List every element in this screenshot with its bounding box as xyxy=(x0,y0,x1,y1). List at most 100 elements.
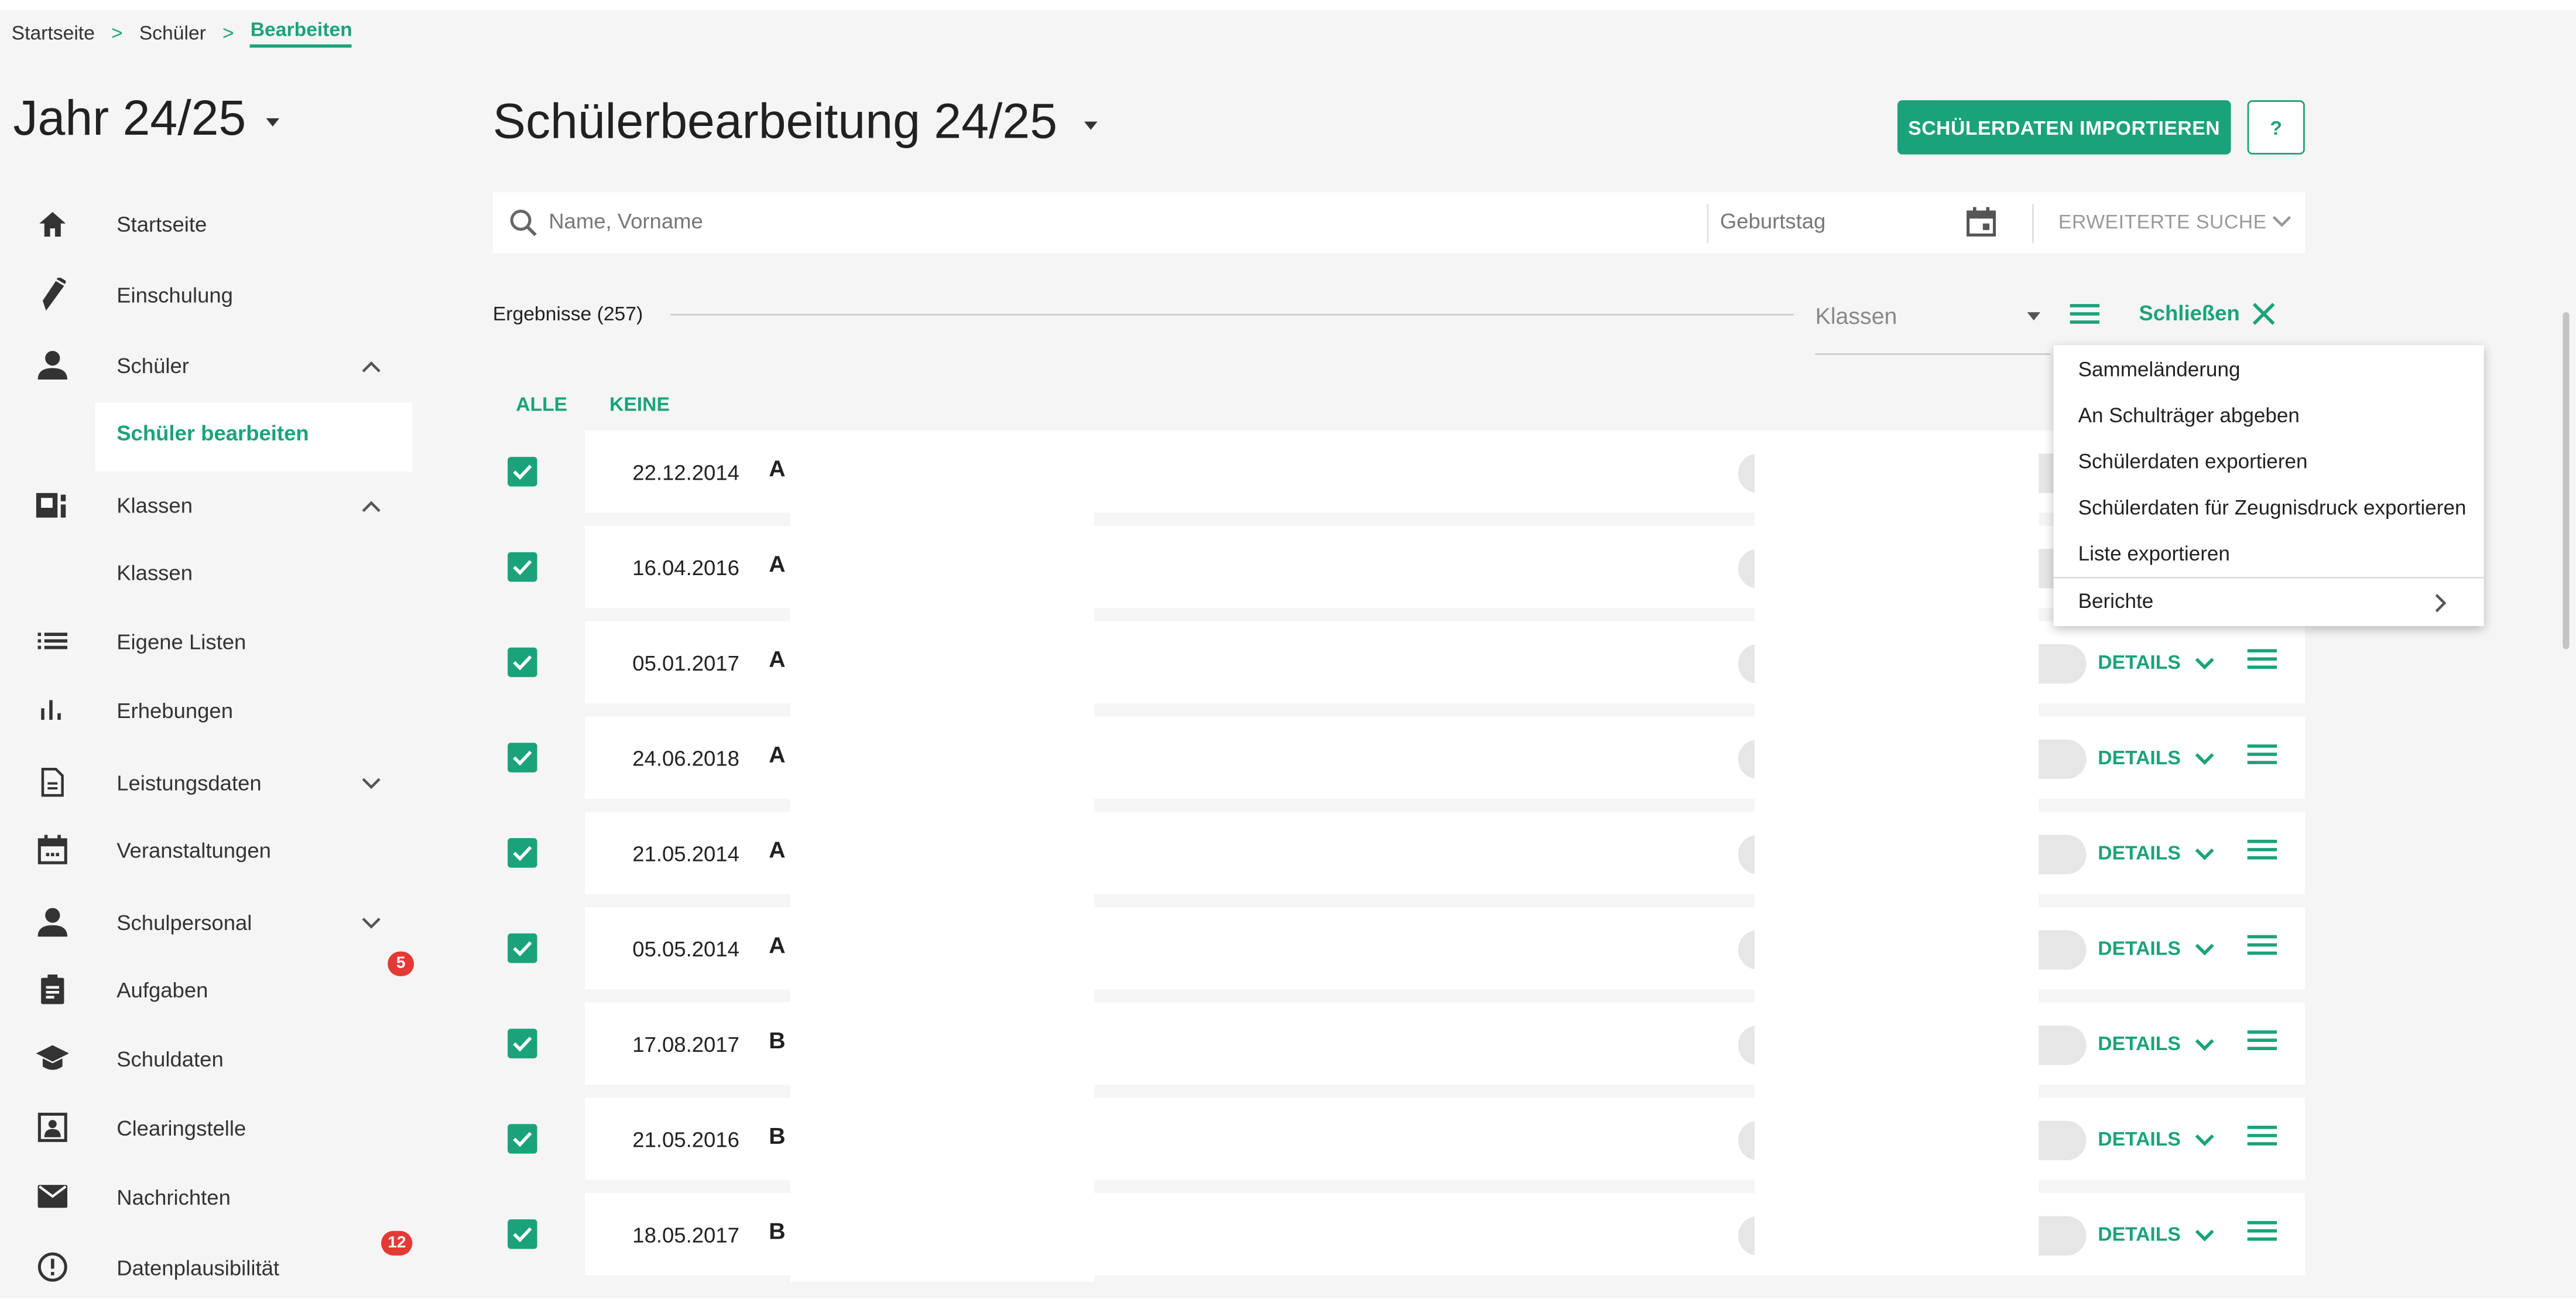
row-checkbox[interactable] xyxy=(508,647,537,678)
close-icon[interactable] xyxy=(2252,302,2275,333)
details-button[interactable]: DETAILS xyxy=(2098,936,2181,959)
chevron-down-icon[interactable] xyxy=(2195,1030,2215,1060)
row-checkbox[interactable] xyxy=(508,552,537,582)
row-name: A xyxy=(769,836,786,863)
chevron-down-icon[interactable] xyxy=(2195,1221,2215,1251)
birthday-field[interactable]: Geburtstag xyxy=(1720,208,1826,233)
sidebar-item-clearingstelle[interactable]: Clearingstelle xyxy=(0,1095,427,1160)
year-selector[interactable]: Jahr 24/25 xyxy=(13,92,279,148)
checkmark-icon xyxy=(513,941,532,956)
row-toggle[interactable] xyxy=(2037,739,2087,780)
sidebar-item-datenplausibilitaet[interactable]: Datenplausibilität xyxy=(0,1234,427,1298)
sidebar-item-einschulung[interactable]: Einschulung xyxy=(0,261,427,327)
row-checkbox[interactable] xyxy=(508,457,537,487)
menu-item-reports[interactable]: Berichte xyxy=(2078,590,2154,613)
row-menu-icon[interactable] xyxy=(2247,1219,2277,1250)
details-button[interactable]: DETAILS xyxy=(2098,746,2181,769)
row-toggle[interactable] xyxy=(2037,1120,2087,1161)
sidebar-item-label: Datenplausibilität xyxy=(117,1254,280,1280)
row-checkbox[interactable] xyxy=(508,1219,537,1249)
row-menu-icon[interactable] xyxy=(2247,934,2277,965)
scrollbar[interactable] xyxy=(2563,312,2570,650)
sidebar-item-schueler-bearbeiten[interactable]: Schüler bearbeiten xyxy=(0,399,427,465)
caret-down-icon xyxy=(1083,121,1097,129)
search-bar: Name, Vorname Geburtstag ERWEITERTE SUCH… xyxy=(492,192,2305,254)
row-checkbox[interactable] xyxy=(508,1028,537,1059)
menu-item-schultraeger-abgeben[interactable]: An Schulträger abgeben xyxy=(2078,404,2300,427)
row-birthdate: 21.05.2014 xyxy=(632,841,739,866)
top-strip xyxy=(0,0,2576,10)
row-name: B xyxy=(769,1122,786,1149)
row-checkbox[interactable] xyxy=(508,743,537,772)
help-button[interactable]: ? xyxy=(2247,100,2305,155)
chevron-down-icon[interactable] xyxy=(2195,744,2215,774)
row-menu-icon[interactable] xyxy=(2247,648,2277,679)
extended-search-toggle[interactable]: ERWEITERTE SUCHE xyxy=(2058,210,2292,233)
row-toggle[interactable] xyxy=(2037,930,2087,970)
sidebar-item-label: Veranstaltungen xyxy=(117,837,271,862)
row-menu-icon[interactable] xyxy=(2247,743,2277,774)
search-input[interactable]: Name, Vorname xyxy=(549,208,703,233)
page-title[interactable]: Schülerbearbeitung 24/25 xyxy=(493,95,1097,151)
close-menu-button[interactable]: Schließen xyxy=(2139,300,2239,325)
person-icon xyxy=(36,348,69,381)
row-toggle[interactable] xyxy=(2037,835,2087,874)
menu-item-export-report-card[interactable]: Schülerdaten für Zeugnisdruck exportiere… xyxy=(2078,496,2467,519)
list-icon xyxy=(36,624,69,657)
extended-search-label: ERWEITERTE SUCHE xyxy=(2058,210,2267,234)
sidebar-item-schuldaten[interactable]: Schuldaten xyxy=(0,1025,427,1091)
sidebar-item-eigene-listen[interactable]: Eigene Listen xyxy=(0,608,427,674)
row-toggle[interactable] xyxy=(2037,644,2087,684)
menu-item-export-student-data[interactable]: Schülerdaten exportieren xyxy=(2078,450,2308,473)
sidebar-item-aufgaben[interactable]: Aufgaben xyxy=(0,956,427,1022)
calendar-icon[interactable] xyxy=(1967,207,1996,245)
chevron-up-icon[interactable] xyxy=(361,351,381,378)
row-toggle[interactable] xyxy=(2037,1216,2087,1256)
row-menu-icon[interactable] xyxy=(2247,1029,2277,1060)
select-all-button[interactable]: ALLE xyxy=(516,393,567,416)
menu-icon[interactable] xyxy=(2070,302,2100,333)
checkmark-icon xyxy=(513,1037,532,1052)
row-menu-icon[interactable] xyxy=(2247,838,2277,869)
row-checkbox[interactable] xyxy=(508,1124,537,1154)
chevron-down-icon[interactable] xyxy=(2195,840,2215,870)
sidebar-item-startseite[interactable]: Startseite xyxy=(0,190,427,256)
sidebar-item-label: Schüler bearbeiten xyxy=(117,419,309,445)
row-menu-icon[interactable] xyxy=(2247,1124,2277,1155)
select-none-button[interactable]: KEINE xyxy=(609,393,670,416)
row-toggle[interactable] xyxy=(2037,1025,2087,1065)
import-button[interactable]: SCHÜLERDATEN IMPORTIEREN xyxy=(1897,100,2231,155)
classes-filter[interactable]: Klassen xyxy=(1815,289,2050,355)
sidebar-item-schueler[interactable]: Schüler xyxy=(0,332,427,398)
row-name: A xyxy=(769,645,786,672)
row-birthdate: 16.04.2016 xyxy=(632,555,739,580)
row-checkbox[interactable] xyxy=(508,838,537,868)
sidebar-item-nachrichten[interactable]: Nachrichten xyxy=(0,1164,427,1229)
details-button[interactable]: DETAILS xyxy=(2098,1223,2181,1246)
sidebar-item-erhebungen[interactable]: Erhebungen xyxy=(0,677,427,743)
chevron-down-icon[interactable] xyxy=(361,769,381,795)
menu-item-sammelaenderung[interactable]: Sammeländerung xyxy=(2078,358,2241,381)
chevron-down-icon[interactable] xyxy=(2195,649,2215,679)
chevron-down-icon[interactable] xyxy=(2195,935,2215,965)
details-button[interactable]: DETAILS xyxy=(2098,842,2181,864)
sidebar-item-schulpersonal[interactable]: Schulpersonal xyxy=(0,889,427,955)
chevron-down-icon[interactable] xyxy=(361,909,381,935)
sidebar-item-klassen-sub[interactable]: Klassen xyxy=(0,539,427,604)
home-icon xyxy=(36,207,69,240)
breadcrumb-home[interactable]: Startseite xyxy=(12,21,95,44)
sidebar-item-klassen[interactable]: Klassen xyxy=(0,471,427,537)
details-button[interactable]: DETAILS xyxy=(2098,651,2181,674)
details-button[interactable]: DETAILS xyxy=(2098,1032,2181,1055)
caret-down-icon xyxy=(2027,312,2041,321)
chevron-up-icon[interactable] xyxy=(361,491,381,518)
menu-item-export-list[interactable]: Liste exportieren xyxy=(2078,542,2230,565)
sidebar-item-veranstaltungen[interactable]: Veranstaltungen xyxy=(0,817,427,883)
chevron-right-icon xyxy=(2434,592,2447,621)
sidebar-item-leistungsdaten[interactable]: Leistungsdaten xyxy=(0,750,427,815)
details-button[interactable]: DETAILS xyxy=(2098,1127,2181,1150)
breadcrumb-students[interactable]: Schüler xyxy=(139,21,206,44)
chevron-down-icon[interactable] xyxy=(2195,1126,2215,1156)
row-checkbox[interactable] xyxy=(508,933,537,963)
checkmark-icon xyxy=(513,655,532,671)
